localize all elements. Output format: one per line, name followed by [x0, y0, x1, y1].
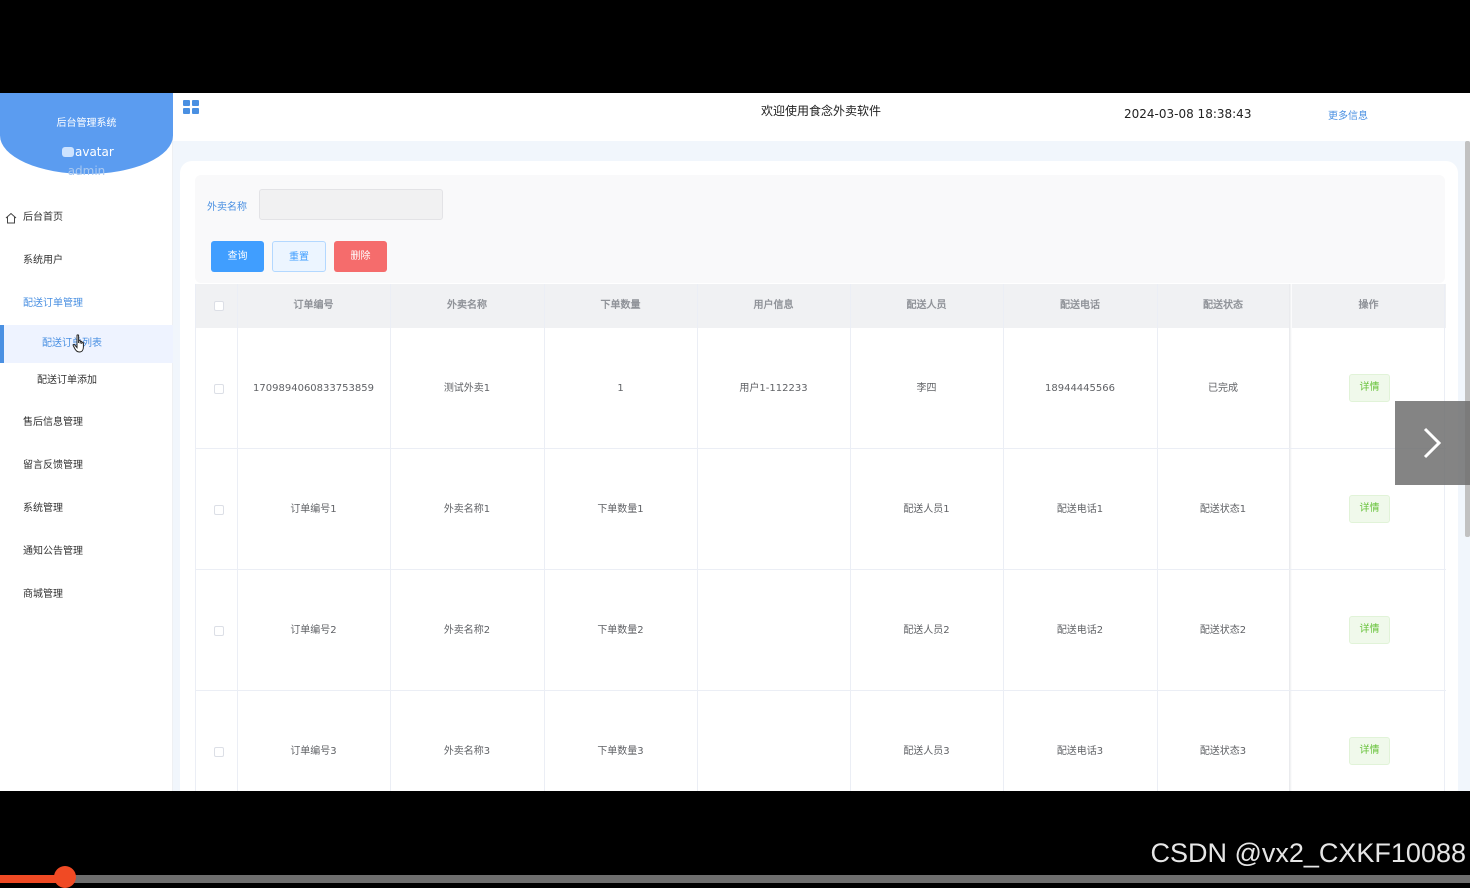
column-header: 订单编号	[293, 300, 334, 311]
sidebar-item-system-management[interactable]: 系统管理	[0, 490, 173, 528]
sidebar-item-mall[interactable]: 商城管理	[0, 576, 173, 614]
video-progress-track[interactable]	[0, 875, 1470, 883]
broken-image-icon	[62, 147, 74, 157]
quantity-cell: 下单数量1	[597, 504, 644, 515]
sidebar-header: 后台管理系统 avatar admin	[0, 93, 173, 178]
query-button[interactable]: 查询	[211, 241, 264, 272]
phone-cell: 配送电话1	[1056, 504, 1104, 515]
takeout-name-input[interactable]	[259, 189, 443, 220]
datetime: 2024-03-08 18:38:43	[1124, 107, 1252, 121]
courier-cell: 配送人员2	[903, 625, 950, 636]
column-header: 下单数量	[600, 300, 641, 311]
sidebar-item-label: 配送订单添加	[37, 375, 97, 386]
sidebar-item-after-sales[interactable]: 售后信息管理	[0, 404, 173, 442]
chevron-right-icon	[1423, 427, 1442, 459]
user-info-cell	[697, 449, 850, 570]
order-no-cell: 订单编号1	[290, 504, 337, 515]
row-checkbox[interactable]	[214, 384, 224, 394]
sidebar-item-home[interactable]: 后台首页	[0, 199, 173, 237]
reset-button[interactable]: 重置	[272, 241, 326, 272]
username: admin	[67, 164, 106, 178]
detail-button[interactable]: 详情	[1349, 374, 1390, 402]
phone-cell: 18944445566	[1045, 383, 1115, 394]
top-header: 欢迎使用食念外卖软件 2024-03-08 18:38:43 更多信息	[173, 93, 1470, 141]
sidebar-item-label: 商城管理	[23, 589, 63, 600]
table-row: 订单编号2 外卖名称2 下单数量2 配送人员2 配送电话2 配送状态2 详情	[196, 570, 1446, 691]
column-header: 配送人员	[906, 300, 947, 311]
sidebar-item-label: 售后信息管理	[23, 417, 83, 428]
sidebar-item-delivery-orders[interactable]: 配送订单管理	[0, 285, 173, 323]
video-letterbox-top	[0, 0, 1470, 93]
avatar-alt-text: avatar	[75, 145, 114, 159]
system-title: 后台管理系统	[56, 118, 117, 129]
column-header: 配送电话	[1060, 300, 1100, 311]
detail-button[interactable]: 详情	[1349, 616, 1390, 644]
column-header: 操作	[1358, 300, 1379, 311]
sidebar-item-feedback[interactable]: 留言反馈管理	[0, 447, 173, 485]
takeout-name-cell: 外卖名称1	[443, 504, 491, 515]
column-header: 配送状态	[1203, 300, 1243, 311]
orders-table: 订单编号 外卖名称 下单数量 用户信息 配送人员 配送电话 配送状态 操作 17…	[195, 284, 1446, 791]
takeout-name-cell: 外卖名称2	[443, 625, 491, 636]
hand-pointer-cursor-icon	[72, 334, 84, 353]
sidebar-item-label: 通知公告管理	[23, 546, 83, 557]
status-cell: 配送状态1	[1199, 504, 1247, 515]
courier-cell: 配送人员1	[903, 504, 950, 515]
quantity-cell: 下单数量2	[597, 625, 644, 636]
select-all-checkbox[interactable]	[214, 301, 224, 311]
sidebar-item-label: 配送订单管理	[23, 298, 83, 309]
status-cell: 配送状态2	[1199, 625, 1247, 636]
status-cell: 已完成	[1208, 383, 1238, 394]
user-info-cell	[697, 570, 850, 691]
column-header: 用户信息	[753, 300, 794, 311]
sidebar-item-notices[interactable]: 通知公告管理	[0, 533, 173, 571]
sidebar-item-label: 系统管理	[23, 503, 63, 514]
sidebar-item-label: 留言反馈管理	[23, 460, 83, 471]
sidebar: 后台管理系统 avatar admin 后台首页 系统用户 配送订单管理 配送订…	[0, 93, 173, 791]
search-label: 外卖名称	[207, 202, 247, 213]
row-checkbox[interactable]	[214, 626, 224, 636]
more-info-link[interactable]: 更多信息	[1328, 107, 1368, 122]
menu-toggle-grid-icon[interactable]	[183, 100, 201, 116]
sidebar-item-delivery-order-add[interactable]: 配送订单添加	[0, 362, 173, 400]
next-slide-button[interactable]	[1395, 401, 1470, 485]
quantity-cell: 1	[617, 383, 624, 394]
table-row: 订单编号1 外卖名称1 下单数量1 配送人员1 配送电话1 配送状态1 详情	[196, 449, 1446, 570]
detail-button[interactable]: 详情	[1349, 495, 1390, 523]
avatar: avatar	[62, 145, 114, 159]
delete-button[interactable]: 删除	[334, 241, 387, 272]
table-header: 订单编号 外卖名称 下单数量 用户信息 配送人员 配送电话 配送状态 操作	[196, 284, 1446, 328]
watermark-text: CSDN @vx2_CXKF10088	[1150, 838, 1466, 868]
detail-button[interactable]: 详情	[1349, 737, 1390, 765]
courier-cell: 李四	[916, 383, 937, 394]
sidebar-item-system-users[interactable]: 系统用户	[0, 242, 173, 280]
row-checkbox[interactable]	[214, 747, 224, 757]
welcome-text: 欢迎使用食念外卖软件	[761, 104, 882, 118]
row-checkbox[interactable]	[214, 505, 224, 515]
sidebar-item-label: 系统用户	[23, 255, 63, 266]
video-letterbox-bottom	[0, 791, 1470, 883]
phone-cell: 配送电话2	[1056, 625, 1104, 636]
order-no-cell: 订单编号2	[290, 625, 337, 636]
home-icon	[5, 212, 17, 224]
order-no-cell: 1709894060833753859	[253, 383, 374, 394]
user-info-cell: 用户1-112233	[739, 383, 808, 394]
takeout-name-cell: 测试外卖1	[443, 383, 491, 394]
table-row: 1709894060833753859 测试外卖1 1 用户1-112233 李…	[196, 328, 1446, 449]
video-progress-handle[interactable]	[54, 866, 76, 888]
sidebar-item-label: 后台首页	[23, 212, 63, 223]
column-header: 外卖名称	[447, 300, 487, 311]
